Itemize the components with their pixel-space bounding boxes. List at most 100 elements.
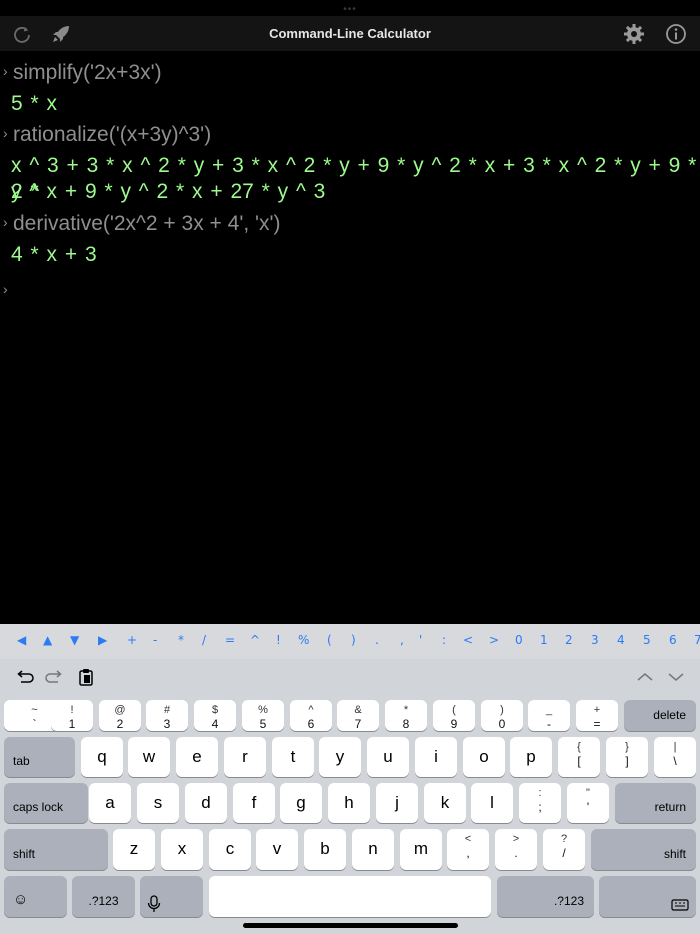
helper-key[interactable]: ' (419, 633, 422, 647)
key-1[interactable]: ! 1 (51, 700, 93, 731)
helper-key[interactable]: ) (351, 633, 356, 647)
numeric-switch-right[interactable]: .?123 (497, 876, 594, 917)
helper-key[interactable]: < (463, 633, 473, 647)
helper-key[interactable]: - (153, 633, 157, 647)
key-s[interactable]: s (137, 783, 179, 823)
tab-key[interactable]: tab (4, 737, 75, 777)
key-l[interactable]: l (471, 783, 513, 823)
command-text: simplify('2x+3x') (13, 61, 162, 84)
key-2[interactable]: @2 (99, 700, 141, 731)
key-q[interactable]: q (81, 737, 123, 777)
helper-key[interactable]: ▶ (98, 633, 107, 647)
console-output[interactable]: › simplify('2x+3x') 5 * x › rationalize('(… (0, 51, 700, 624)
helper-key[interactable]: 7 (694, 633, 700, 647)
key-period[interactable]: >. (495, 829, 537, 870)
key-bracket-left[interactable]: {[ (558, 737, 600, 777)
key-6[interactable]: ^ 6 (290, 700, 332, 731)
key-v[interactable]: v (256, 829, 298, 870)
key-e[interactable]: e (176, 737, 218, 777)
key-k[interactable]: k (424, 783, 466, 823)
helper-key[interactable]: 6 (669, 633, 677, 647)
helper-key[interactable]: * (178, 633, 184, 647)
key-g[interactable]: g (280, 783, 322, 823)
helper-key[interactable]: , (400, 633, 404, 647)
helper-key[interactable]: ( (327, 633, 332, 647)
paste-icon[interactable] (75, 666, 97, 688)
helper-key[interactable]: ^ (250, 633, 260, 647)
helper-key[interactable]: 4 (617, 633, 625, 647)
key-0[interactable]: ) 0 (481, 700, 523, 731)
space-bar[interactable] (209, 876, 491, 917)
key-b[interactable]: b (304, 829, 346, 870)
key-o[interactable]: o (463, 737, 505, 777)
redo-icon[interactable] (44, 666, 66, 688)
key-5[interactable]: % 5 (242, 700, 284, 731)
key-h[interactable]: h (328, 783, 370, 823)
shift-left-key[interactable]: shift (4, 829, 108, 870)
result-text: 5 * x (11, 92, 58, 115)
undo-icon[interactable] (13, 666, 35, 688)
helper-key[interactable]: ▲ (43, 633, 52, 647)
key-w[interactable]: w (128, 737, 170, 777)
helper-key[interactable]: : (442, 633, 446, 647)
key-d[interactable]: d (185, 783, 227, 823)
key-u[interactable]: u (367, 737, 409, 777)
key-4[interactable]: $4 (194, 700, 236, 731)
key-slash[interactable]: ? / (543, 829, 585, 870)
shift-right-key[interactable]: shift (591, 829, 696, 870)
helper-key[interactable]: ! (276, 633, 281, 647)
key-n[interactable]: n (352, 829, 394, 870)
delete-key[interactable]: delete (624, 700, 696, 731)
helper-key[interactable]: 1 (540, 633, 548, 647)
key-a[interactable]: a (89, 783, 131, 823)
key-comma[interactable]: <, (447, 829, 489, 870)
home-indicator[interactable] (243, 923, 458, 928)
multitasking-dots[interactable]: ••• (343, 4, 357, 15)
key-r[interactable]: r (224, 737, 266, 777)
helper-key[interactable]: 0 (515, 633, 523, 647)
command-line: › rationalize('(x+3y)^3') (0, 123, 700, 147)
key-c[interactable]: c (209, 829, 251, 870)
helper-key[interactable]: / (202, 633, 206, 647)
key-3[interactable]: #3 (146, 700, 188, 731)
info-icon[interactable] (665, 23, 687, 45)
key-f[interactable]: f (233, 783, 275, 823)
return-key[interactable]: return (615, 783, 696, 823)
chevron-up-icon[interactable] (634, 666, 656, 688)
caps-lock-key[interactable]: caps lock (4, 783, 88, 823)
key-p[interactable]: p (510, 737, 552, 777)
key-minus[interactable]: _ - (528, 700, 570, 731)
gear-icon[interactable] (623, 23, 645, 45)
helper-key[interactable]: . (375, 633, 379, 647)
key-7[interactable]: & 7 (337, 700, 379, 731)
helper-key[interactable]: > (489, 633, 499, 647)
input-line[interactable]: › (0, 281, 700, 302)
key-9[interactable]: (9 (433, 700, 475, 731)
key-x[interactable]: x (161, 829, 203, 870)
key-quote[interactable]: " ' (567, 783, 609, 823)
key-bracket-right[interactable]: }] (606, 737, 648, 777)
dictation-key[interactable] (140, 876, 203, 917)
key-semicolon[interactable]: :; (519, 783, 561, 823)
key-j[interactable]: j (376, 783, 418, 823)
helper-key[interactable]: 3 (591, 633, 599, 647)
helper-key[interactable]: = (225, 633, 235, 647)
helper-key[interactable]: ◀ (17, 633, 26, 647)
key-backslash[interactable]: | \ (654, 737, 696, 777)
helper-key[interactable]: 2 (565, 633, 573, 647)
key-i[interactable]: i (415, 737, 457, 777)
emoji-key[interactable]: ☺ (4, 876, 67, 917)
helper-key[interactable]: 5 (643, 633, 651, 647)
dismiss-keyboard-key[interactable] (599, 876, 696, 917)
helper-key[interactable]: + (127, 633, 137, 647)
key-m[interactable]: m (400, 829, 442, 870)
key-t[interactable]: t (272, 737, 314, 777)
chevron-down-icon[interactable] (665, 666, 687, 688)
helper-key[interactable]: ▼ (70, 633, 79, 647)
numeric-switch-left[interactable]: .?123 (72, 876, 135, 917)
key-equals[interactable]: + = (576, 700, 618, 731)
key-8[interactable]: * 8 (385, 700, 427, 731)
helper-key[interactable]: % (298, 633, 309, 647)
key-y[interactable]: y (319, 737, 361, 777)
key-z[interactable]: z (113, 829, 155, 870)
